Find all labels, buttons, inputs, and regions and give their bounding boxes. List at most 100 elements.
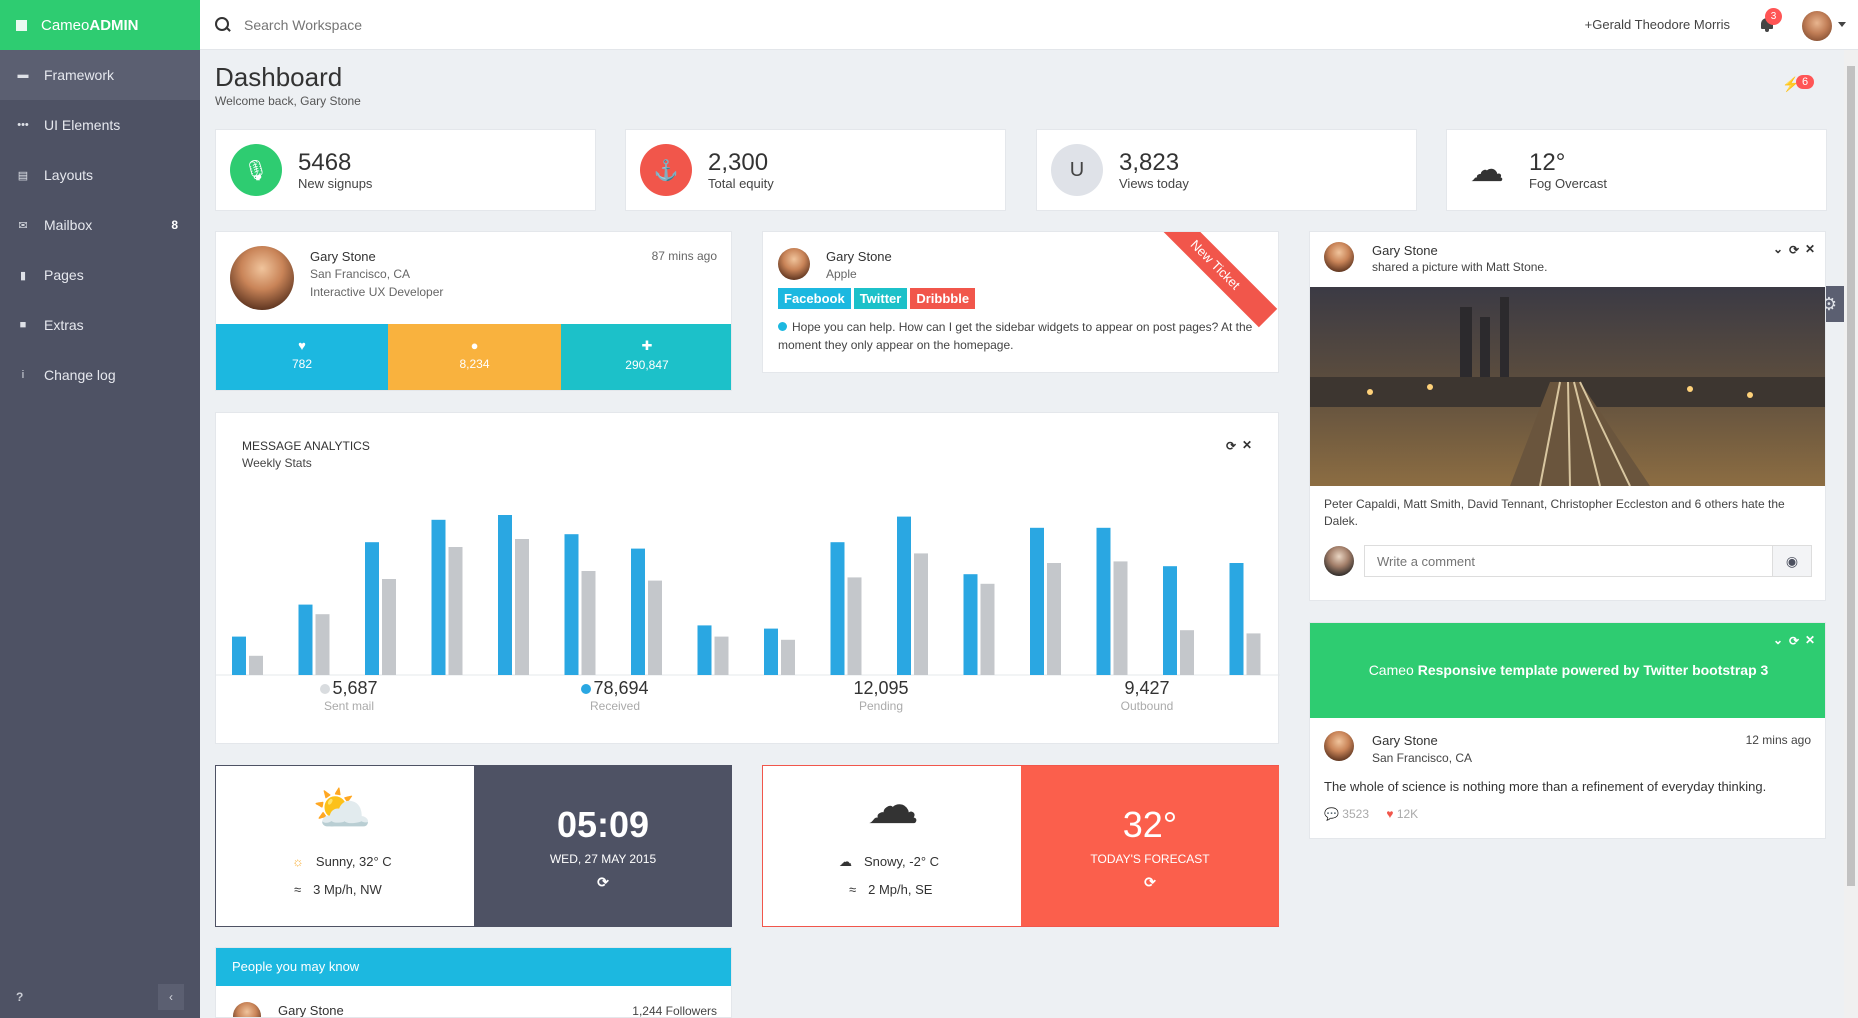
bar-series1-1[interactable] <box>232 636 246 675</box>
bar-series1-11[interactable] <box>897 516 911 675</box>
bar-series1-15[interactable] <box>1163 566 1177 675</box>
bar-series2-4[interactable] <box>448 547 463 675</box>
bar-series1-7[interactable] <box>631 548 645 675</box>
weather-snowy: ☁ ☁ Snowy, -2° C ≈2 Mp/h, SE <box>763 766 1021 926</box>
quote-author[interactable]: Gary Stone <box>1372 733 1438 748</box>
sidebar-item-change-log[interactable]: i Change log <box>0 350 200 400</box>
bar-series1-10[interactable] <box>830 542 845 675</box>
quote-text: The whole of science is nothing more tha… <box>1324 779 1767 794</box>
bar-series2-1[interactable] <box>249 655 263 675</box>
avatar[interactable] <box>778 248 810 280</box>
refresh-icon[interactable]: ⟳ <box>1789 243 1799 257</box>
person-name[interactable]: Gary Stone <box>278 1003 344 1017</box>
collapse-sidebar-button[interactable]: ‹ <box>158 984 184 1010</box>
brand-prefix: Cameo <box>41 16 90 34</box>
dot-icon <box>320 684 331 694</box>
bar-series2-3[interactable] <box>382 579 396 675</box>
avatar[interactable] <box>233 1002 261 1017</box>
quote-location: San Francisco, CA <box>1372 751 1473 765</box>
status-dot-icon <box>778 322 787 331</box>
sidebar-item-ui-elements[interactable]: ••• UI Elements <box>0 100 200 150</box>
bar-series1-4[interactable] <box>431 519 446 675</box>
comment-input[interactable] <box>1364 545 1774 577</box>
bar-series2-7[interactable] <box>648 580 662 675</box>
summary-value: 9,427 <box>1124 678 1170 698</box>
bar-series2-9[interactable] <box>781 639 795 675</box>
user-avatar[interactable] <box>1802 11 1832 41</box>
bar-series2-6[interactable] <box>581 571 596 675</box>
post-author[interactable]: Gary Stone <box>1372 243 1438 258</box>
sidebar-item-framework[interactable]: ▬ Framework <box>0 50 200 100</box>
avatar[interactable] <box>230 246 294 310</box>
sidebar-item-layouts[interactable]: ▤ Layouts <box>0 150 200 200</box>
sidebar-item-mailbox[interactable]: ✉ Mailbox 8 <box>0 200 200 250</box>
brand-logo[interactable]: Cameo ADMIN <box>0 0 200 50</box>
bar-series1-2[interactable] <box>298 604 313 675</box>
bar-series1-13[interactable] <box>1030 527 1044 675</box>
bar-series1-5[interactable] <box>498 515 512 675</box>
mailbox-badge: 8 <box>171 218 178 232</box>
bar-series2-12[interactable] <box>980 583 995 675</box>
new-ticket-ribbon: New Ticket <box>1152 232 1278 328</box>
scrollbar-thumb[interactable] <box>1847 66 1855 886</box>
camera-icon[interactable]: ◉ <box>1772 545 1812 577</box>
close-icon[interactable]: ✕ <box>1805 633 1815 647</box>
avatar[interactable] <box>1324 731 1354 761</box>
post-photo[interactable] <box>1310 287 1826 486</box>
tag-list: Facebook Twitter Dribbble <box>778 288 978 309</box>
sidebar-item-extras[interactable]: ■ Extras <box>0 300 200 350</box>
stat-value: 2,300 <box>708 148 769 176</box>
refresh-icon[interactable]: ⟳ <box>1021 874 1279 891</box>
bar-series1-3[interactable] <box>365 542 379 675</box>
scrollbar[interactable] <box>1844 50 1858 1018</box>
sidebar-item-pages[interactable]: ▮ Pages <box>0 250 200 300</box>
help-icon[interactable]: ? <box>16 990 23 1004</box>
search-input[interactable] <box>244 16 544 33</box>
tag-twitter[interactable]: Twitter <box>853 288 908 309</box>
bar-series1-16[interactable] <box>1229 563 1244 675</box>
stat-label: Views today <box>1119 175 1189 191</box>
chevron-down-icon[interactable]: ⌄ <box>1773 242 1783 256</box>
refresh-icon[interactable]: ⟳ <box>1789 634 1799 648</box>
plus-counter[interactable]: ✚ 290,847 <box>561 324 731 390</box>
tag-dribbble[interactable]: Dribbble <box>910 288 976 309</box>
heart-icon[interactable]: ♥ <box>1386 807 1393 821</box>
likes-counter[interactable]: ♥ 782 <box>216 324 388 390</box>
bar-series2-5[interactable] <box>515 539 529 675</box>
bar-series2-2[interactable] <box>315 614 330 675</box>
bar-series1-14[interactable] <box>1096 527 1111 675</box>
sidebar-item-label: UI Elements <box>44 117 121 133</box>
profile-name[interactable]: Gary Stone <box>310 249 376 264</box>
profile-card: Gary Stone San Francisco, CA Interactive… <box>215 231 732 391</box>
dot-icon <box>581 684 592 694</box>
bar-series2-15[interactable] <box>1180 630 1194 675</box>
close-icon[interactable]: ✕ <box>1805 242 1815 256</box>
chevron-down-icon[interactable] <box>1838 22 1846 27</box>
forecast-label: TODAY'S FORECAST <box>1090 852 1210 866</box>
bar-series1-9[interactable] <box>764 628 778 675</box>
user-link[interactable]: +Gerald Theodore Morris <box>1585 17 1730 32</box>
bar-series1-8[interactable] <box>697 625 712 675</box>
ticket-name[interactable]: Gary Stone <box>826 249 892 264</box>
followers-counter[interactable]: ● 8,234 <box>388 324 561 390</box>
tag-facebook[interactable]: Facebook <box>778 288 851 309</box>
avatar[interactable] <box>1324 546 1354 576</box>
post-likes-text: Peter Capaldi, Matt Smith, David Tennant… <box>1324 497 1785 528</box>
search-icon[interactable] <box>214 16 232 34</box>
quote-stats: 💬 3523 ♥ 12K <box>1324 807 1418 821</box>
partly-cloudy-icon: ⛅ <box>312 783 372 836</box>
bar-series2-13[interactable] <box>1047 563 1061 675</box>
bar-series1-12[interactable] <box>963 574 978 675</box>
like-count: 12K <box>1396 807 1419 821</box>
bar-series2-11[interactable] <box>914 553 928 675</box>
refresh-icon[interactable]: ⟳ <box>474 874 732 891</box>
bar-series2-8[interactable] <box>714 636 729 675</box>
comment-icon[interactable]: 💬 <box>1324 807 1339 821</box>
bar-series1-6[interactable] <box>564 534 579 675</box>
chevron-down-icon[interactable]: ⌄ <box>1773 633 1783 647</box>
wind-icon: ≈ <box>849 882 857 897</box>
bar-series2-14[interactable] <box>1113 561 1128 675</box>
avatar[interactable] <box>1324 242 1354 272</box>
bar-series2-16[interactable] <box>1246 633 1261 675</box>
bar-series2-10[interactable] <box>847 577 862 675</box>
